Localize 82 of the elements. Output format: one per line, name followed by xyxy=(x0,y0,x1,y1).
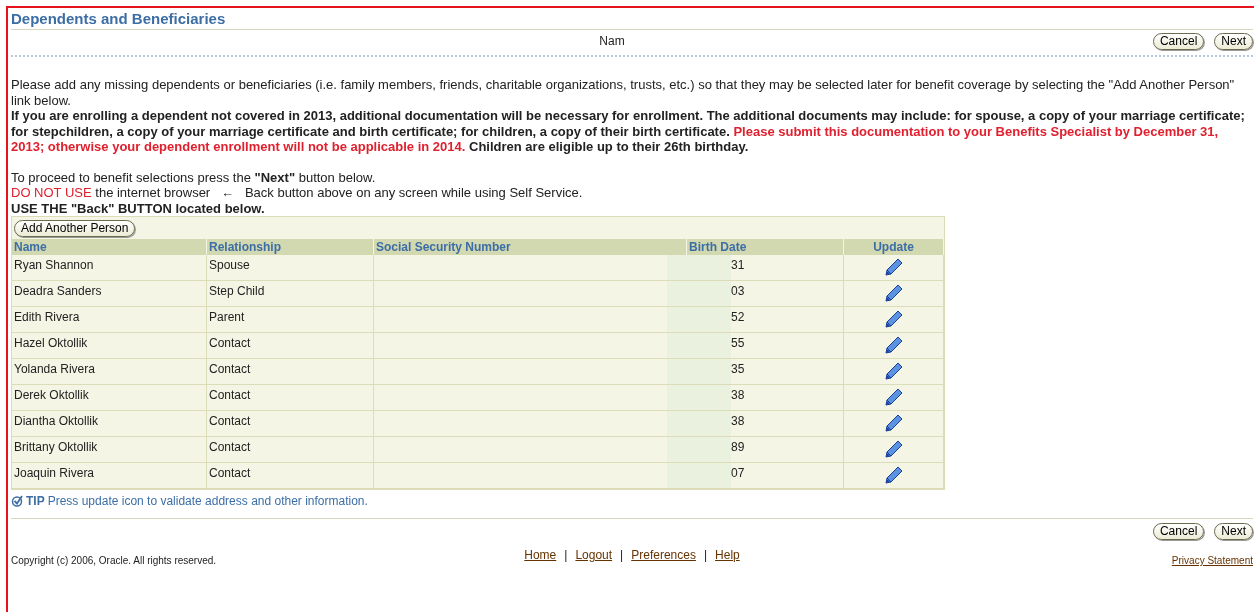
checkmark-icon xyxy=(11,495,23,507)
column-header: Relationship xyxy=(207,239,374,255)
update-button[interactable] xyxy=(883,257,904,277)
next-button[interactable]: Next xyxy=(1214,32,1253,50)
pencil-icon xyxy=(883,439,904,459)
update-button[interactable] xyxy=(883,439,904,459)
link-separator: | xyxy=(703,548,708,562)
table-cell: Derek Oktollik xyxy=(12,385,207,411)
pencil-icon xyxy=(883,465,904,485)
redaction-block xyxy=(667,385,731,410)
table-cell-text: 38 xyxy=(731,413,745,430)
pencil-icon xyxy=(883,257,904,277)
cancel-button[interactable]: Cancel xyxy=(1152,523,1205,540)
table-cell: Deadra Sanders xyxy=(12,281,207,307)
table-cell-text: 38 xyxy=(731,387,745,404)
redaction-block xyxy=(667,333,731,358)
step-label: Nam xyxy=(598,34,626,48)
pencil-icon xyxy=(883,309,904,329)
table-cell: Hazel Oktollik xyxy=(12,333,207,359)
table-cell-text: 55 xyxy=(731,335,745,352)
redaction-block xyxy=(667,359,731,384)
update-button[interactable] xyxy=(883,335,904,355)
update-button[interactable] xyxy=(883,309,904,329)
column-header: Birth Date xyxy=(687,239,844,255)
table-cell: Contact xyxy=(207,333,374,359)
table-cell-text: 07 xyxy=(731,465,745,482)
pencil-icon xyxy=(883,413,904,433)
footer-link[interactable]: Logout xyxy=(575,548,613,562)
table-cell-text: 52 xyxy=(731,309,745,326)
column-header: Name xyxy=(12,239,207,255)
update-button[interactable] xyxy=(883,387,904,407)
redaction-block xyxy=(667,307,731,332)
notice-text: If you are enrolling a dependent not covered in 2013, additional documentation will be necessary for enrollment. The additional documents may include: for spouse, a copy of your marriage certificate; for stepchildren, a copy of your marriage certificate and birth certificate; for children, a copy of their birth certificate. Please submit this documentation to your Benefits Specialist by December 31, 2013; otherwise your dependent enrollment will not be applicable in 2014. Children are eligible up to their 26th birthday. xyxy=(11,108,1246,155)
tip-label: TIP xyxy=(26,494,45,508)
table-cell: Brittany Oktollik xyxy=(12,437,207,463)
update-button[interactable] xyxy=(883,283,904,303)
table-cell-text: 35 xyxy=(731,361,745,378)
table-cell: Contact xyxy=(207,385,374,411)
table-cell: Yolanda Rivera xyxy=(12,359,207,385)
next-button[interactable]: Next xyxy=(1214,523,1253,540)
table-cell-text: 89 xyxy=(731,439,745,456)
update-button[interactable] xyxy=(883,361,904,381)
pencil-icon xyxy=(883,387,904,407)
table-cell: Edith Rivera xyxy=(12,307,207,333)
proceed-text: To proceed to benefit selections press the "Next" button below. xyxy=(11,169,377,185)
table-cell-text: 03 xyxy=(731,283,745,300)
table-cell: Spouse xyxy=(207,255,374,281)
update-button[interactable] xyxy=(883,465,904,485)
table-cell: Diantha Oktollik xyxy=(12,411,207,437)
footer-link[interactable]: Preferences xyxy=(631,548,696,562)
cancel-button[interactable]: Cancel xyxy=(1152,32,1205,50)
table-cell: Parent xyxy=(207,307,374,333)
privacy-link[interactable]: Privacy Statement xyxy=(1171,555,1253,566)
table-cell-text: 31 xyxy=(731,257,745,274)
instruction-text: Please add any missing dependents or beneficiaries (i.e. family members, friends, charitable organizations, trusts, etc.) so that they may be selected later for benefit coverage by selecting the "Add Another Person" link below. xyxy=(11,77,1236,108)
add-person-button[interactable]: Add Another Person xyxy=(14,220,136,237)
table-cell: Contact xyxy=(207,463,374,489)
column-header: Social Security Number xyxy=(374,239,687,255)
redaction-block xyxy=(667,281,731,306)
footer-link[interactable]: Help xyxy=(715,548,740,562)
table-cell: Step Child xyxy=(207,281,374,307)
page-title: Dependents and Beneficiaries xyxy=(11,10,1253,30)
tip-text: Press update icon to validate address and other information. xyxy=(47,494,368,508)
link-separator: | xyxy=(620,548,624,562)
pencil-icon xyxy=(883,361,904,381)
table-cell: Contact xyxy=(207,411,374,437)
table-cell: Contact xyxy=(207,359,374,385)
back-button-note: USE THE "Back" BUTTON located below. xyxy=(11,200,266,216)
pencil-icon xyxy=(883,283,904,303)
redaction-block xyxy=(667,255,731,280)
link-separator: | xyxy=(564,548,568,562)
update-button[interactable] xyxy=(883,413,904,433)
table-cell: Ryan Shannon xyxy=(12,255,207,281)
pencil-icon xyxy=(883,335,904,355)
table-cell: Contact xyxy=(207,437,374,463)
column-header: Update xyxy=(844,239,944,255)
browser-warning-text: DO NOT USE the internet browser ← Back button above on any screen while using Self Service. xyxy=(11,185,584,201)
copyright-text: Copyright (c) 2006, Oracle. All rights reserved. xyxy=(11,555,218,566)
footer-link[interactable]: Home xyxy=(524,548,557,562)
redaction-block xyxy=(667,411,731,436)
table-cell: Joaquin Rivera xyxy=(12,463,207,489)
redaction-block xyxy=(667,437,731,462)
